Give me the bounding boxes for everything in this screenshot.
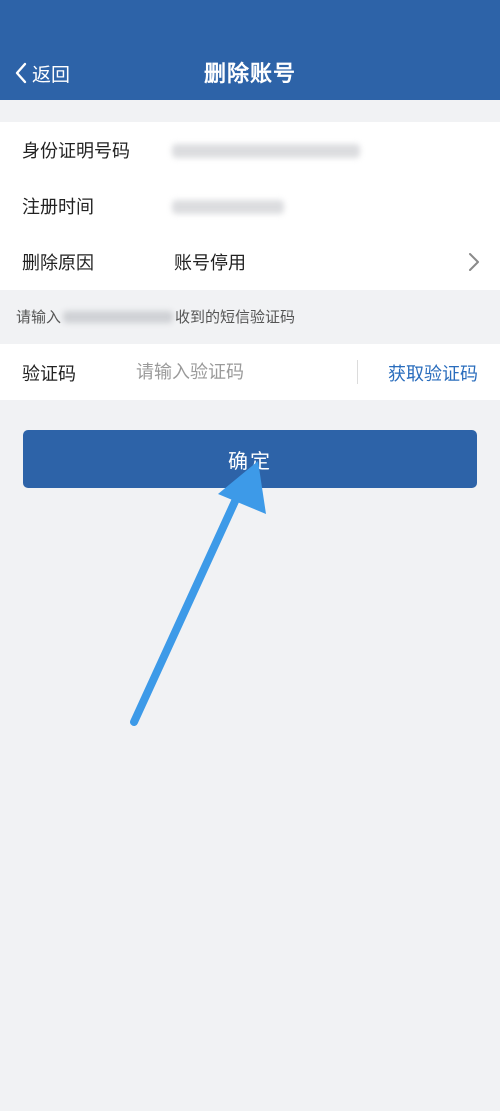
divider bbox=[357, 360, 358, 384]
phone-number-masked bbox=[63, 310, 174, 323]
confirm-button[interactable]: 确定 bbox=[23, 430, 477, 488]
page-title: 删除账号 bbox=[203, 62, 296, 87]
top-bar: 返回 删除账号 bbox=[0, 0, 500, 100]
sms-hint: 请输入 收到的短信验证码 bbox=[16, 306, 295, 327]
sms-hint-suffix: 收到的短信验证码 bbox=[175, 308, 296, 326]
verification-code-input[interactable] bbox=[134, 356, 338, 388]
register-time-label: 注册时间 bbox=[22, 197, 94, 218]
sms-hint-prefix: 请输入 bbox=[16, 308, 62, 326]
chevron-right-icon bbox=[469, 253, 479, 271]
id-number-row: 身份证明号码 bbox=[0, 122, 500, 178]
id-number-value-masked bbox=[172, 144, 360, 158]
verification-code-row: 验证码 获取验证码 bbox=[0, 344, 500, 400]
register-time-value-masked bbox=[172, 200, 284, 214]
verification-code-label: 验证码 bbox=[22, 364, 76, 385]
get-code-button[interactable]: 获取验证码 bbox=[388, 360, 478, 386]
delete-reason-value: 账号停用 bbox=[174, 253, 246, 274]
id-number-label: 身份证明号码 bbox=[22, 141, 130, 162]
account-info-card: 身份证明号码 注册时间 删除原因 账号停用 bbox=[0, 122, 500, 290]
delete-reason-label: 删除原因 bbox=[22, 253, 94, 274]
delete-reason-row[interactable]: 删除原因 账号停用 bbox=[0, 234, 500, 290]
register-time-row: 注册时间 bbox=[0, 178, 500, 234]
